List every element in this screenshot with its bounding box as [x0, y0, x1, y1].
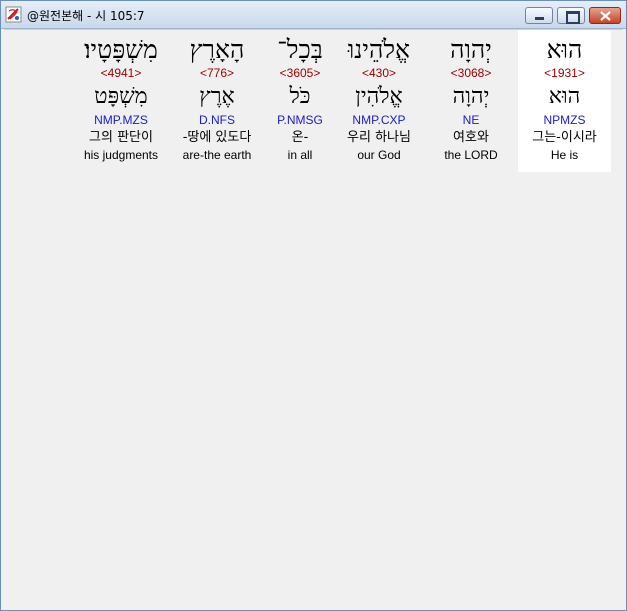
- app-window: @원전본해 - 시 105:7 מִשְׁפָּטָיו׃ <4941> מִש…: [0, 0, 627, 611]
- hebrew-lexeme: אֶרֶץ: [199, 84, 235, 109]
- morphology-code[interactable]: NE: [432, 113, 510, 127]
- strong-number[interactable]: <3068>: [432, 66, 510, 80]
- strong-number[interactable]: <430>: [336, 66, 422, 80]
- hebrew-word: הוּא: [546, 35, 583, 64]
- korean-gloss: 우리 하나님: [347, 130, 411, 145]
- morphology-code[interactable]: P.NMSG: [266, 113, 334, 127]
- korean-gloss: 그는-이시라: [532, 130, 597, 145]
- morphology-code[interactable]: D.NFS: [170, 113, 264, 127]
- english-gloss: are-the earth: [182, 148, 252, 162]
- hebrew-lexeme: הוּא: [548, 84, 581, 109]
- word-column[interactable]: מִשְׁפָּטָיו׃ <4941> מִשְׁפָּט NMP.MZS 그…: [74, 30, 168, 172]
- window-title: @원전본해 - 시 105:7: [27, 9, 145, 23]
- word-column[interactable]: הָאָרֶץ <776> אֶרֶץ D.NFS -땅에 있도다 are-th…: [170, 30, 264, 172]
- word-column[interactable]: אֱלֹהֵינוּ <430> אֱלֹהִין NMP.CXP 우리 하나님…: [336, 30, 422, 172]
- hebrew-word: הָאָרֶץ: [189, 35, 245, 64]
- morphology-code[interactable]: NMP.MZS: [74, 113, 168, 127]
- app-logo-icon: [5, 6, 22, 23]
- hebrew-word: יְהוָה: [450, 35, 492, 64]
- english-gloss: He is: [550, 148, 579, 162]
- interlinear-panel[interactable]: מִשְׁפָּטָיו׃ <4941> מִשְׁפָּט NMP.MZS 그…: [4, 29, 623, 608]
- hebrew-lexeme: כֹּל: [289, 84, 311, 109]
- hebrew-lexeme: יְהוָה: [452, 84, 490, 109]
- korean-gloss: 그의 판단이: [89, 130, 153, 145]
- maximize-button[interactable]: [557, 7, 585, 24]
- title-bar[interactable]: @원전본해 - 시 105:7: [1, 1, 626, 29]
- morphology-code[interactable]: NMP.CXP: [336, 113, 422, 127]
- korean-gloss: 여호와: [453, 130, 489, 145]
- word-column[interactable]: יְהוָה <3068> יְהוָה NE 여호와 the LORD: [432, 30, 510, 172]
- english-gloss: his judgments: [83, 148, 159, 162]
- hebrew-word: מִשְׁפָּטָיו׃: [84, 35, 158, 64]
- strong-number[interactable]: <3605>: [266, 66, 334, 80]
- english-gloss: in all: [287, 148, 313, 162]
- minimize-button[interactable]: [525, 7, 553, 24]
- english-gloss: the LORD: [444, 148, 498, 162]
- english-gloss: our God: [357, 148, 401, 162]
- morphology-code[interactable]: NPMZS: [518, 113, 611, 127]
- close-icon: [600, 11, 611, 21]
- close-button[interactable]: [589, 7, 621, 24]
- hebrew-lexeme: אֱלֹהִין: [355, 84, 403, 109]
- korean-gloss: 온-: [291, 130, 309, 145]
- strong-number[interactable]: <1931>: [518, 66, 611, 80]
- word-column[interactable]: בְּכָל־ <3605> כֹּל P.NMSG 온- in all: [266, 30, 334, 172]
- strong-number[interactable]: <776>: [170, 66, 264, 80]
- hebrew-word: בְּכָל־: [277, 35, 323, 64]
- hebrew-word: אֱלֹהֵינוּ: [347, 35, 411, 64]
- word-column-selected[interactable]: הוּא <1931> הוּא NPMZS 그는-이시라 He is: [518, 30, 611, 172]
- hebrew-lexeme: מִשְׁפָּט: [94, 84, 148, 109]
- korean-gloss: -땅에 있도다: [182, 130, 252, 145]
- strong-number[interactable]: <4941>: [74, 66, 168, 80]
